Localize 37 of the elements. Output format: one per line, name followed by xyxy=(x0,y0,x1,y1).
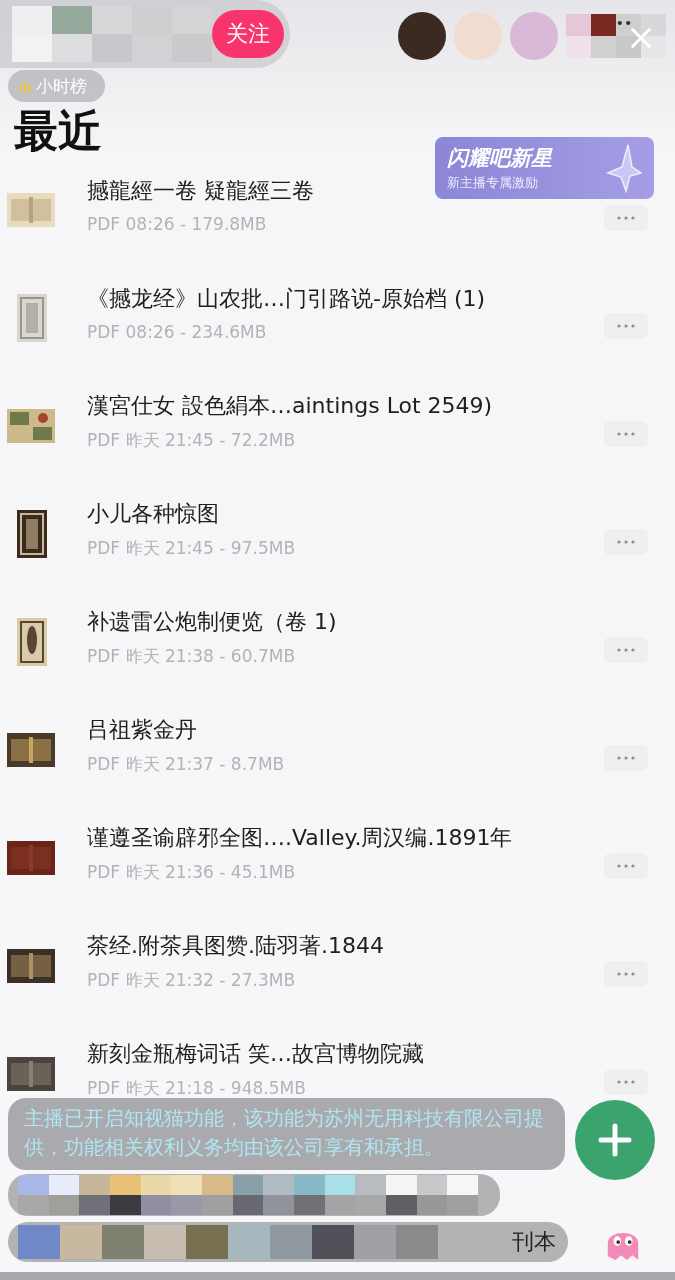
file-info: PDF 昨天 21:18 - 948.5MB xyxy=(87,1076,306,1100)
file-name: 撼龍經一卷 疑龍經三卷 xyxy=(87,177,314,205)
more-button[interactable] xyxy=(604,853,648,879)
file-info: PDF 昨天 21:45 - 97.5MB xyxy=(87,536,296,560)
viewer-avatar[interactable] xyxy=(398,12,446,60)
page-title: 最近 xyxy=(14,106,102,156)
more-button[interactable] xyxy=(604,1069,648,1095)
more-button[interactable] xyxy=(604,205,648,231)
follow-button[interactable]: 关注 xyxy=(212,10,284,58)
file-name: 小儿各种惊图 xyxy=(87,499,219,528)
more-button[interactable] xyxy=(604,421,648,447)
file-info: PDF 昨天 21:36 - 45.1MB xyxy=(87,860,296,884)
more-button[interactable] xyxy=(604,529,648,555)
file-info: PDF 08:26 - 234.6MB xyxy=(87,322,267,342)
file-name: 吕祖紫金丹 xyxy=(87,715,197,744)
file-name: 漢宮仕女 設色絹本…aintings Lot 2549) xyxy=(87,391,493,420)
file-info: PDF 昨天 21:37 - 8.7MB xyxy=(87,752,285,776)
more-button[interactable] xyxy=(604,961,648,987)
file-info: PDF 昨天 21:38 - 60.7MB xyxy=(87,644,296,668)
file-info: PDF 昨天 21:32 - 27.3MB xyxy=(87,968,296,992)
rank-badge[interactable]: 小时榜 xyxy=(8,70,105,102)
file-name: 茶经.附茶具图赞.陆羽著.1844 xyxy=(87,931,384,960)
file-name: 谨遵圣谕辟邪全图….Valley.周汉编.1891年 xyxy=(87,823,513,852)
bar-chart-icon xyxy=(18,79,32,93)
banner-title: 闪耀吧新星 xyxy=(447,145,552,172)
notice-message: 主播已开启知视猫功能，该功能为苏州无用科技有限公司提供，功能相关权利义务均由该公司享有和承担。 xyxy=(8,1098,565,1170)
file-name: 《撼龙经》山农批…门引路说-原始档 (1) xyxy=(87,285,486,313)
more-button[interactable] xyxy=(604,637,648,663)
more-button[interactable] xyxy=(604,745,648,771)
file-info: PDF 昨天 21:45 - 72.2MB xyxy=(87,428,296,452)
chat-text: 刊本 xyxy=(512,1228,556,1256)
file-name: 新刻金瓶梅词话 笑…故宫博物院藏 xyxy=(87,1039,424,1068)
more-button[interactable] xyxy=(604,313,648,339)
file-info: PDF 08:26 - 179.8MB xyxy=(87,214,267,234)
banner-subtitle: 新主播专属激励 xyxy=(447,174,538,192)
promo-banner[interactable]: 闪耀吧新星 新主播专属激励 xyxy=(435,137,654,199)
file-name: 补遗雷公炮制便览（卷 1) xyxy=(87,607,337,636)
